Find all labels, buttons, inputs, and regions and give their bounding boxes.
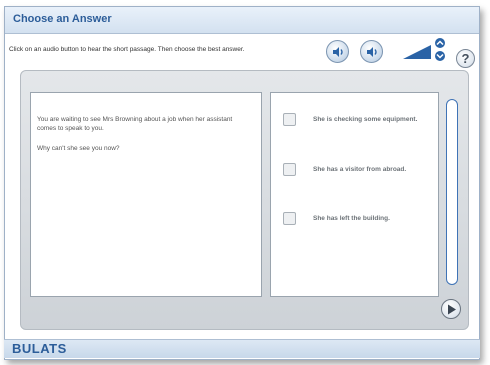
speaker-icon [367,47,377,57]
audio-play-button-2[interactable] [360,40,383,63]
volume-bars-icon [403,45,431,59]
chevron-up-icon [436,40,444,46]
window-title: Choose an Answer [13,13,112,25]
play-arrow-icon [448,304,456,315]
option-checkbox-2[interactable] [283,163,296,176]
next-button[interactable] [441,299,461,319]
speaker-icon [333,47,343,57]
volume-up-button[interactable] [435,38,445,48]
chevron-down-icon [436,53,444,59]
options-panel: She is checking some equipment. She has … [270,92,439,297]
option-label-3[interactable]: She has left the building. [313,215,390,222]
footer-bar: BULATS [4,339,480,358]
passage-text: You are waiting to see Mrs Browning abou… [37,116,233,132]
volume-down-button[interactable] [435,51,445,61]
help-button[interactable]: ? [456,49,475,68]
brand-logo-text: BULATS [12,341,67,356]
option-checkbox-1[interactable] [283,113,296,126]
option-checkbox-3[interactable] [283,212,296,225]
option-label-2[interactable]: She has a visitor from abroad. [313,166,406,173]
question-text: Why can't she see you now? [37,145,120,152]
audio-play-button-1[interactable] [326,40,349,63]
passage-panel: You are waiting to see Mrs Browning abou… [30,92,262,297]
instruction-text: Click on an audio button to hear the sho… [9,46,245,53]
title-bar: Choose an Answer [5,7,479,34]
scrollbar[interactable] [446,99,458,285]
option-label-1[interactable]: She is checking some equipment. [313,116,417,123]
